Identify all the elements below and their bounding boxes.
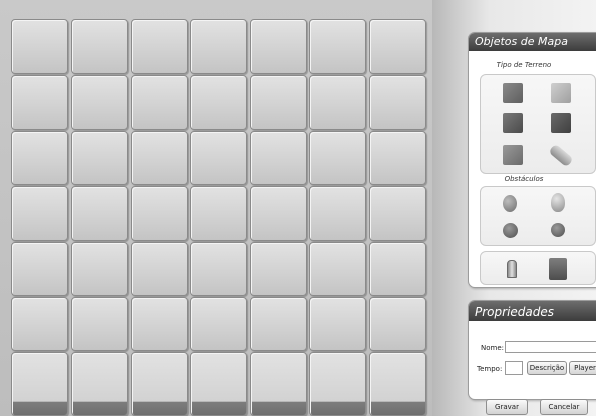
- map-tile[interactable]: [11, 186, 68, 241]
- map-tile[interactable]: [71, 19, 128, 74]
- obstacles-label: Obstáculos: [504, 175, 544, 183]
- map-tile[interactable]: [11, 131, 68, 185]
- name-input[interactable]: [505, 341, 596, 353]
- terrain-type-label: Tipo de Terreno: [496, 61, 552, 69]
- map-tile[interactable]: [131, 19, 188, 74]
- map-tile[interactable]: [71, 352, 128, 416]
- map-tile[interactable]: [309, 75, 366, 130]
- map-tile[interactable]: [71, 131, 128, 185]
- name-label: Nome:: [481, 344, 505, 352]
- map-tile[interactable]: [250, 297, 307, 351]
- tower-item[interactable]: [507, 260, 517, 278]
- map-tile[interactable]: [131, 186, 188, 241]
- rock-item[interactable]: [503, 195, 517, 212]
- map-tile[interactable]: [369, 186, 426, 241]
- map-tile[interactable]: [131, 131, 188, 185]
- sand-tile-item[interactable]: [551, 83, 571, 103]
- map-tile[interactable]: [11, 242, 68, 296]
- map-tile[interactable]: [190, 75, 247, 130]
- terrain-group: [480, 74, 596, 174]
- map-tile[interactable]: [309, 352, 366, 416]
- shrub-item[interactable]: [551, 223, 565, 237]
- description-button[interactable]: Descrição: [527, 361, 567, 375]
- special-objects-group: [480, 251, 596, 285]
- map-tile[interactable]: [190, 131, 247, 185]
- stone-tile-item[interactable]: [551, 113, 571, 133]
- map-tile[interactable]: [250, 352, 307, 416]
- map-tile[interactable]: [369, 19, 426, 74]
- save-button[interactable]: Gravar: [486, 399, 528, 415]
- map-tile[interactable]: [309, 242, 366, 296]
- map-tile[interactable]: [71, 75, 128, 130]
- map-tile[interactable]: [131, 242, 188, 296]
- obstacles-group: [480, 186, 596, 246]
- map-tile[interactable]: [190, 242, 247, 296]
- map-tile[interactable]: [309, 186, 366, 241]
- map-tile[interactable]: [250, 19, 307, 74]
- map-tile[interactable]: [250, 186, 307, 241]
- map-tile[interactable]: [250, 242, 307, 296]
- map-tile[interactable]: [131, 75, 188, 130]
- map-tile[interactable]: [11, 297, 68, 351]
- map-tile[interactable]: [11, 19, 68, 74]
- map-tile[interactable]: [131, 297, 188, 351]
- map-tile[interactable]: [71, 186, 128, 241]
- map-grid: [0, 0, 432, 416]
- map-tile[interactable]: [250, 131, 307, 185]
- time-input[interactable]: [505, 361, 523, 375]
- map-tile[interactable]: [369, 297, 426, 351]
- map-objects-title: Objetos de Mapa: [469, 33, 596, 51]
- map-objects-panel: Objetos de Mapa Tipo de Terreno Obstácul…: [468, 32, 596, 288]
- map-tile[interactable]: [369, 131, 426, 185]
- bush-item[interactable]: [503, 223, 518, 238]
- map-tile[interactable]: [309, 131, 366, 185]
- map-tile[interactable]: [71, 297, 128, 351]
- map-tile[interactable]: [309, 19, 366, 74]
- properties-panel: Propriedades Nome: Tempo: Descrição Play…: [468, 300, 596, 400]
- dark-grass-tile-item[interactable]: [503, 113, 523, 133]
- map-tile[interactable]: [309, 297, 366, 351]
- log-item[interactable]: [548, 143, 574, 168]
- properties-title: Propriedades: [469, 301, 596, 321]
- map-tile[interactable]: [190, 352, 247, 416]
- map-tile[interactable]: [190, 186, 247, 241]
- map-tile[interactable]: [71, 242, 128, 296]
- block-item[interactable]: [549, 258, 567, 280]
- map-tile[interactable]: [131, 352, 188, 416]
- light-grass-tile-item[interactable]: [503, 145, 523, 165]
- map-tile[interactable]: [190, 19, 247, 74]
- cancel-button[interactable]: Cancelar: [540, 399, 588, 415]
- player-button[interactable]: Player: [569, 361, 596, 375]
- map-tile[interactable]: [11, 75, 68, 130]
- map-tile[interactable]: [11, 352, 68, 416]
- grass-tile-item[interactable]: [503, 83, 523, 103]
- egg-rock-item[interactable]: [551, 193, 565, 212]
- map-tile[interactable]: [369, 352, 426, 416]
- map-tile[interactable]: [190, 297, 247, 351]
- map-tile[interactable]: [250, 75, 307, 130]
- map-tile[interactable]: [369, 242, 426, 296]
- time-label: Tempo:: [477, 365, 503, 373]
- map-tile[interactable]: [369, 75, 426, 130]
